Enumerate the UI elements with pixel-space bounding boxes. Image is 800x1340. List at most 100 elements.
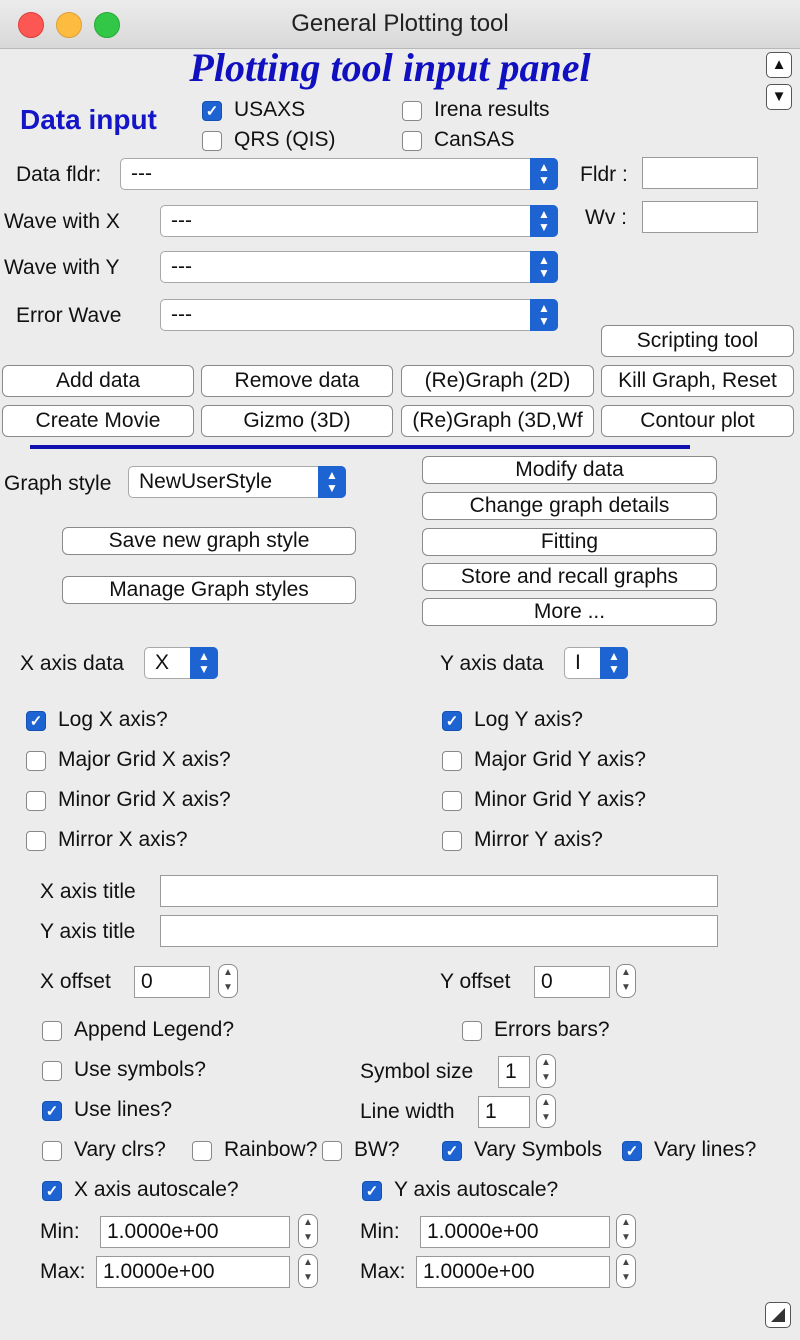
x-offset-input[interactable]: 0 <box>134 966 210 998</box>
checkmark-icon: ✓ <box>445 1143 459 1160</box>
regraph-2d-button[interactable]: (Re)Graph (2D) <box>401 365 594 397</box>
x-max-value: 1.0000e+00 <box>103 1260 215 1283</box>
qrs-checkbox[interactable] <box>202 131 222 151</box>
data-folder-select[interactable]: --- ▲ ▼ <box>120 158 558 190</box>
arrow-up-icon: ▲ <box>771 56 787 73</box>
updown-arrows-icon: ▲ ▼ <box>530 158 558 190</box>
wave-y-value: --- <box>171 255 192 278</box>
data-input-heading: Data input <box>20 104 157 135</box>
manage-graph-styles-button[interactable]: Manage Graph styles <box>62 576 356 604</box>
log-x-checkbox[interactable]: ✓ <box>26 711 46 731</box>
x-offset-value: 0 <box>141 970 153 993</box>
wv-filter-input[interactable] <box>642 201 758 233</box>
log-y-checkbox[interactable]: ✓ <box>442 711 462 731</box>
window-title: General Plotting tool <box>291 10 509 37</box>
usaxs-checkbox[interactable]: ✓ <box>202 101 222 121</box>
vary-colors-checkbox[interactable] <box>42 1141 62 1161</box>
save-graph-style-button[interactable]: Save new graph style <box>62 527 356 555</box>
cansas-label: CanSAS <box>434 128 515 151</box>
symbol-size-stepper[interactable]: ▲ ▼ <box>536 1054 556 1088</box>
checkmark-icon: ✓ <box>29 713 43 730</box>
rainbow-checkbox[interactable] <box>192 1141 212 1161</box>
vary-lines-checkbox[interactable]: ✓ <box>622 1141 642 1161</box>
y-max-label: Max: <box>360 1260 406 1283</box>
modify-data-button[interactable]: Modify data <box>422 456 717 484</box>
y-axis-title-label: Y axis title <box>40 920 136 943</box>
wave-x-value: --- <box>171 209 192 232</box>
cansas-checkbox[interactable] <box>402 131 422 151</box>
y-max-stepper[interactable]: ▲ ▼ <box>616 1254 636 1288</box>
more-button[interactable]: More ... <box>422 598 717 626</box>
symbol-size-label: Symbol size <box>360 1060 474 1083</box>
contour-plot-button[interactable]: Contour plot <box>601 405 794 437</box>
mirror-x-checkbox[interactable] <box>26 831 46 851</box>
y-axis-data-select[interactable]: I ▲ ▼ <box>564 647 628 679</box>
minor-grid-y-checkbox[interactable] <box>442 791 462 811</box>
create-movie-button[interactable]: Create Movie <box>2 405 194 437</box>
data-folder-label: Data fldr: <box>16 163 102 186</box>
major-grid-x-checkbox[interactable] <box>26 751 46 771</box>
remove-data-button[interactable]: Remove data <box>201 365 393 397</box>
y-autoscale-checkbox[interactable]: ✓ <box>362 1181 382 1201</box>
rainbow-label: Rainbow? <box>224 1138 318 1161</box>
x-max-stepper[interactable]: ▲ ▼ <box>298 1254 318 1288</box>
y-offset-input[interactable]: 0 <box>534 966 610 998</box>
y-min-stepper[interactable]: ▲ ▼ <box>616 1214 636 1248</box>
minor-grid-x-checkbox[interactable] <box>26 791 46 811</box>
y-axis-title-input[interactable] <box>160 915 718 947</box>
resize-grip[interactable] <box>765 1302 791 1328</box>
wave-y-select[interactable]: --- ▲ ▼ <box>160 251 558 283</box>
x-min-input[interactable]: 1.0000e+00 <box>100 1216 290 1248</box>
y-max-input[interactable]: 1.0000e+00 <box>416 1256 610 1288</box>
scroll-down-button[interactable]: ▼ <box>766 84 792 110</box>
x-offset-label: X offset <box>40 970 111 993</box>
irena-results-checkbox[interactable] <box>402 101 422 121</box>
line-width-input[interactable]: 1 <box>478 1096 530 1128</box>
wave-y-label: Wave with Y <box>4 256 120 279</box>
line-width-stepper[interactable]: ▲ ▼ <box>536 1094 556 1128</box>
bw-label: BW? <box>354 1138 400 1161</box>
y-offset-stepper[interactable]: ▲ ▼ <box>616 964 636 998</box>
scripting-tool-button[interactable]: Scripting tool <box>601 325 794 357</box>
y-min-input[interactable]: 1.0000e+00 <box>420 1216 610 1248</box>
vary-colors-label: Vary clrs? <box>74 1138 166 1161</box>
y-max-value: 1.0000e+00 <box>423 1260 535 1283</box>
fitting-button[interactable]: Fitting <box>422 528 717 556</box>
append-legend-checkbox[interactable] <box>42 1021 62 1041</box>
kill-graph-button[interactable]: Kill Graph, Reset <box>601 365 794 397</box>
error-wave-select[interactable]: --- ▲ ▼ <box>160 299 558 331</box>
scroll-up-button[interactable]: ▲ <box>766 52 792 78</box>
updown-arrows-icon: ▲ ▼ <box>530 299 558 331</box>
x-axis-title-input[interactable] <box>160 875 718 907</box>
gizmo-3d-button[interactable]: Gizmo (3D) <box>201 405 393 437</box>
usaxs-label: USAXS <box>234 98 306 121</box>
y-min-value: 1.0000e+00 <box>427 1220 539 1243</box>
use-symbols-checkbox[interactable] <box>42 1061 62 1081</box>
x-offset-stepper[interactable]: ▲ ▼ <box>218 964 238 998</box>
add-data-button[interactable]: Add data <box>2 365 194 397</box>
x-axis-title-label: X axis title <box>40 880 136 903</box>
vary-symbols-checkbox[interactable]: ✓ <box>442 1141 462 1161</box>
regraph-3d-button[interactable]: (Re)Graph (3D,Wf <box>401 405 594 437</box>
x-max-input[interactable]: 1.0000e+00 <box>96 1256 290 1288</box>
checkmark-icon: ✓ <box>45 1103 59 1120</box>
use-lines-checkbox[interactable]: ✓ <box>42 1101 62 1121</box>
fldr-filter-input[interactable] <box>642 157 758 189</box>
data-folder-value: --- <box>131 162 152 185</box>
mirror-y-checkbox[interactable] <box>442 831 462 851</box>
change-graph-details-button[interactable]: Change graph details <box>422 492 717 520</box>
graph-style-label: Graph style <box>4 472 112 495</box>
x-min-stepper[interactable]: ▲ ▼ <box>298 1214 318 1248</box>
major-grid-y-checkbox[interactable] <box>442 751 462 771</box>
graph-style-select[interactable]: NewUserStyle ▲ ▼ <box>128 466 346 498</box>
error-bars-checkbox[interactable] <box>462 1021 482 1041</box>
bw-checkbox[interactable] <box>322 1141 342 1161</box>
major-grid-y-label: Major Grid Y axis? <box>474 748 646 771</box>
store-recall-graphs-button[interactable]: Store and recall graphs <box>422 563 717 591</box>
minor-grid-y-label: Minor Grid Y axis? <box>474 788 646 811</box>
x-autoscale-checkbox[interactable]: ✓ <box>42 1181 62 1201</box>
wave-x-select[interactable]: --- ▲ ▼ <box>160 205 558 237</box>
x-axis-data-select[interactable]: X ▲ ▼ <box>144 647 218 679</box>
symbol-size-input[interactable]: 1 <box>498 1056 530 1088</box>
error-wave-label: Error Wave <box>16 304 122 327</box>
